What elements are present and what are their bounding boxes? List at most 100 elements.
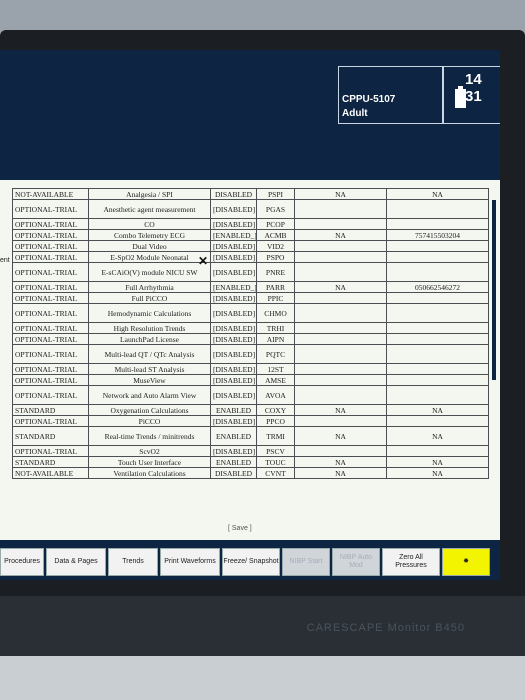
menu-button[interactable]: Procedures	[0, 548, 44, 576]
cell-state: DISABLED	[210, 467, 257, 479]
cell-state: [ENABLED_]	[210, 229, 257, 241]
cell-c5: NA	[294, 229, 387, 241]
cell-c5	[294, 240, 387, 252]
cell-status: OPTIONAL-TRIAL	[12, 240, 89, 252]
menu-button[interactable]: Print Waveforms	[160, 548, 220, 576]
cell-option: Hemodynamic Calculations	[88, 303, 211, 323]
menu-button[interactable]: Trends	[108, 548, 158, 576]
cell-c5	[294, 322, 387, 334]
table-row[interactable]: OPTIONAL-TRIAL Combo Telemetry ECG [ENABLE…	[12, 229, 489, 241]
table-row[interactable]: STANDARD Oxygenation Calculations ENABLED C…	[12, 404, 489, 416]
cell-c6: NA	[386, 426, 489, 446]
battery-icon	[455, 86, 466, 108]
truncated-tab-text: ent	[0, 257, 10, 264]
cell-c5	[294, 415, 387, 427]
cell-option: MuseView	[88, 374, 211, 386]
cell-c6	[386, 292, 489, 304]
cell-c5: NA	[294, 404, 387, 416]
menu-button[interactable]: NIBP Auto Mod	[332, 548, 380, 576]
cell-status: OPTIONAL-TRIAL	[12, 251, 89, 263]
cell-code: TOUC	[256, 456, 295, 468]
cell-status: OPTIONAL-TRIAL	[12, 415, 89, 427]
cell-option: LaunchPad License	[88, 333, 211, 345]
cell-state: [DISABLED]	[210, 251, 257, 263]
cell-state: [DISABLED]	[210, 262, 257, 282]
cell-c6	[386, 344, 489, 364]
cell-option: Oxygenation Calculations	[88, 404, 211, 416]
table-row[interactable]: OPTIONAL-TRIAL Full PiCCO [DISABLED] PPIC	[12, 292, 489, 304]
cell-option: E-sCAiO(V) module NICU SW	[88, 262, 211, 282]
cell-c6	[386, 374, 489, 386]
cell-c6	[386, 251, 489, 263]
cell-code: VID2	[256, 240, 295, 252]
cell-code: PSPO	[256, 251, 295, 263]
table-row[interactable]: OPTIONAL-TRIAL High Resolution Trends [DIS…	[12, 322, 489, 334]
cell-c5	[294, 374, 387, 386]
cell-option: Multi-lead QT / QTc Analysis	[88, 344, 211, 364]
table-row[interactable]: STANDARD Real-time Trends / minitrends ENA…	[12, 426, 489, 446]
cell-code: PPCO	[256, 415, 295, 427]
cell-code: PPIC	[256, 292, 295, 304]
cell-code: CHMO	[256, 303, 295, 323]
options-table: NOT-AVAILABLE Analgesia / SPI DISABLED PSPI…	[12, 188, 489, 479]
cell-state: [DISABLED]	[210, 344, 257, 364]
cell-c6: NA	[386, 456, 489, 468]
table-row[interactable]: OPTIONAL-TRIAL Full Arrhythmia [ENABLED_] P…	[12, 281, 489, 293]
cell-c5	[294, 344, 387, 364]
cell-code: PCOP	[256, 218, 295, 230]
table-row[interactable]: OPTIONAL-TRIAL Anesthetic agent measureme…	[12, 199, 489, 219]
cell-c6: 050662546272	[386, 281, 489, 293]
cell-state: ENABLED	[210, 426, 257, 446]
cell-state: [DISABLED]	[210, 415, 257, 427]
table-row[interactable]: OPTIONAL-TRIAL Hemodynamic Calculations [D…	[12, 303, 489, 323]
table-row[interactable]: OPTIONAL-TRIAL CO [DISABLED] PCOP	[12, 218, 489, 230]
cell-state: [DISABLED]	[210, 445, 257, 457]
cell-state: [DISABLED]	[210, 292, 257, 304]
alarm-bell-icon[interactable]: ✸	[442, 548, 490, 576]
menu-button[interactable]: Data & Pages	[46, 548, 106, 576]
cell-status: OPTIONAL-TRIAL	[12, 199, 89, 219]
cell-option: Combo Telemetry ECG	[88, 229, 211, 241]
cell-option: Full Arrhythmia	[88, 281, 211, 293]
cell-c5	[294, 251, 387, 263]
cell-status: STANDARD	[12, 404, 89, 416]
table-row[interactable]: OPTIONAL-TRIAL Dual Video [DISABLED] VID2	[12, 240, 489, 252]
cell-code: PGAS	[256, 199, 295, 219]
cell-status: OPTIONAL-TRIAL	[12, 363, 89, 375]
cell-c5	[294, 199, 387, 219]
cell-c5: NA	[294, 188, 387, 200]
table-row[interactable]: STANDARD Touch User Interface ENABLED TOUC N…	[12, 456, 489, 468]
table-row[interactable]: OPTIONAL-TRIAL Network and Auto Alarm Vie…	[12, 385, 489, 405]
table-row[interactable]: NOT-AVAILABLE Ventilation Calculations DIS…	[12, 467, 489, 479]
menu-button[interactable]: NIBP Start	[282, 548, 330, 576]
table-row[interactable]: NOT-AVAILABLE Analgesia / SPI DISABLED PSPI…	[12, 188, 489, 200]
cell-c6	[386, 385, 489, 405]
table-row[interactable]: OPTIONAL-TRIAL LaunchPad License [DISABLED…	[12, 333, 489, 345]
menu-button[interactable]: Zero All Pressures	[382, 548, 440, 576]
cell-option: E-SpO2 Module Neonatal	[88, 251, 211, 263]
table-row[interactable]: OPTIONAL-TRIAL Multi-lead QT / QTc Analys…	[12, 344, 489, 364]
cell-c6: NA	[386, 404, 489, 416]
cell-state: [DISABLED]	[210, 303, 257, 323]
cell-c6	[386, 262, 489, 282]
patient-status-box[interactable]: CPPU-5107 Adult	[338, 66, 444, 124]
cell-c6: NA	[386, 188, 489, 200]
table-row[interactable]: OPTIONAL-TRIAL MuseView [DISABLED] AMSE	[12, 374, 489, 386]
cell-status: NOT-AVAILABLE	[12, 467, 89, 479]
table-row[interactable]: OPTIONAL-TRIAL E-SpO2 Module Neonatal [DIS…	[12, 251, 489, 263]
cell-status: OPTIONAL-TRIAL	[12, 374, 89, 386]
cell-option: Multi-lead ST Analysis	[88, 363, 211, 375]
table-row[interactable]: OPTIONAL-TRIAL Multi-lead ST Analysis [DIS…	[12, 363, 489, 375]
save-button[interactable]: [ Save ]	[228, 525, 252, 532]
main-menu-bar: Procedures Data & Pages Trends Print Wavefo…	[0, 548, 500, 576]
cell-option: Touch User Interface	[88, 456, 211, 468]
table-row[interactable]: OPTIONAL-TRIAL PiCCO [DISABLED] PPCO	[12, 415, 489, 427]
menu-button[interactable]: Freeze/ Snapshot	[222, 548, 280, 576]
table-row[interactable]: OPTIONAL-TRIAL E-sCAiO(V) module NICU SW[…	[12, 262, 489, 282]
table-row[interactable]: OPTIONAL-TRIAL ScvO2 [DISABLED] PSCV	[12, 445, 489, 457]
software-options-dialog: ent NOT-AVAILABLE Analgesia / SPI DISABLED…	[0, 180, 500, 540]
scrollbar[interactable]	[492, 200, 496, 380]
cell-c6	[386, 218, 489, 230]
cell-status: OPTIONAL-TRIAL	[12, 292, 89, 304]
monitor-screen: CPPU-5107 Adult 14 31 ent NOT-AVAILABLE A…	[0, 50, 500, 580]
